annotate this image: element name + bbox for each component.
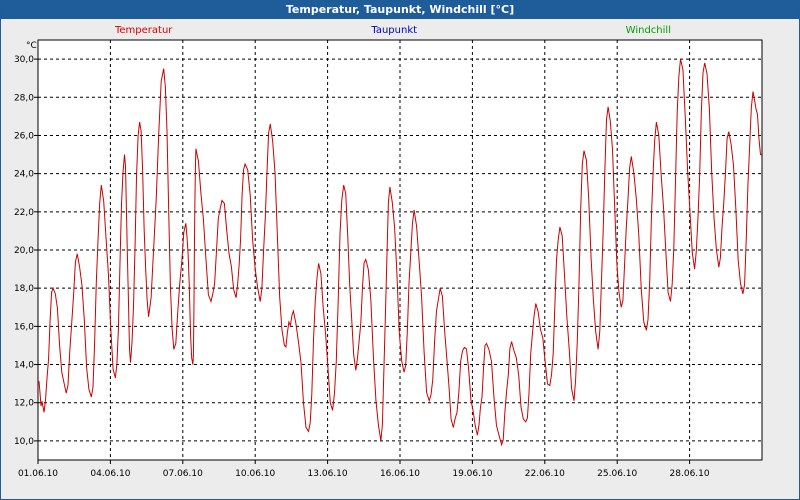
x-tick-label: 25.06.10 xyxy=(597,469,637,479)
x-tick-label: 01.06.10 xyxy=(18,469,58,479)
legend: Temperatur Taupunkt Windchill xyxy=(114,25,671,36)
x-tick-label: 28.06.10 xyxy=(670,469,710,479)
y-tick-label: 22,0 xyxy=(14,208,34,218)
y-tick-label: 30,0 xyxy=(14,55,34,65)
y-tick-label: 12,0 xyxy=(14,399,34,409)
y-tick-label: 14,0 xyxy=(14,361,34,371)
x-tick-label: 13.06.10 xyxy=(308,469,348,479)
legend-item-windchill: Windchill xyxy=(626,25,671,36)
y-tick-label: 20,0 xyxy=(14,246,34,256)
y-tick-label: 10,0 xyxy=(14,437,34,447)
x-tick-label: 07.06.10 xyxy=(163,469,203,479)
y-axis-unit: °C xyxy=(26,41,37,51)
y-axis: °C 10,0 12,0 14,0 16,0 18,0 20,0 22,0 24,0 26,0 2… xyxy=(14,41,38,447)
y-tick-label: 16,0 xyxy=(14,322,34,332)
legend-item-temperatur: Temperatur xyxy=(114,25,173,36)
x-tick-label: 16.06.10 xyxy=(380,469,420,479)
x-tick-label: 19.06.10 xyxy=(452,469,492,479)
y-tick-label: 18,0 xyxy=(14,284,34,294)
x-tick-label: 04.06.10 xyxy=(90,469,130,479)
temperature-chart: °C 10,0 12,0 14,0 16,0 18,0 20,0 22,0 24,0 26,0 2… xyxy=(14,25,763,479)
x-tick-label: 10.06.10 xyxy=(235,469,275,479)
legend-item-taupunkt: Taupunkt xyxy=(370,25,417,36)
x-tick-label: 22.06.10 xyxy=(525,469,565,479)
y-tick-label: 26,0 xyxy=(14,131,34,141)
y-tick-label: 24,0 xyxy=(14,170,34,180)
y-tick-label: 28,0 xyxy=(14,93,34,103)
x-axis: 01.06.10 04.06.10 07.06.10 10.06.10 13.06.10… xyxy=(18,460,710,479)
